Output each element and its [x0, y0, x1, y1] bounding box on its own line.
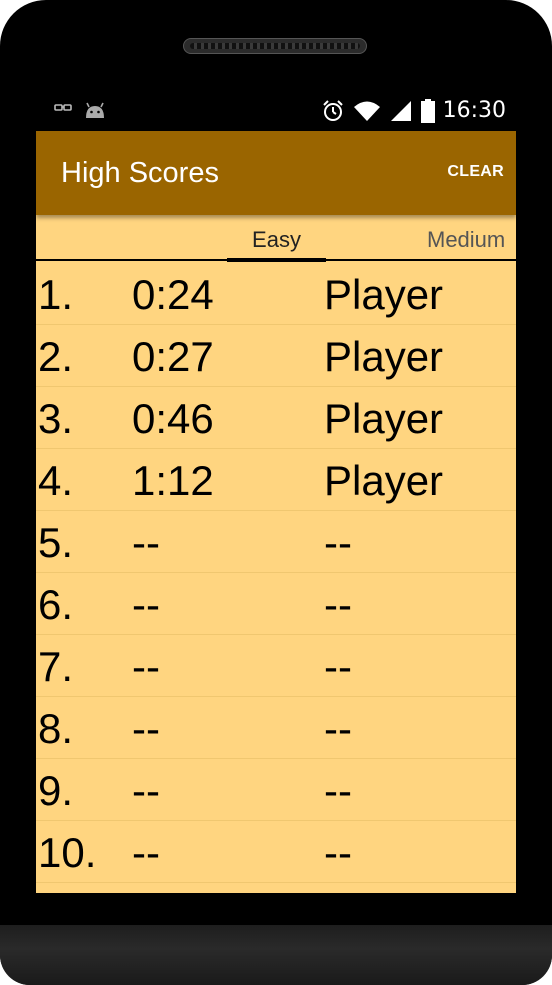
- player-name: Player: [324, 457, 444, 504]
- rank-label: 1.: [38, 271, 74, 318]
- time-value: --: [132, 705, 160, 752]
- player-name: --: [324, 705, 352, 752]
- score-row: 8. -- --: [36, 697, 516, 759]
- score-row: 3. 0:46 Player: [36, 387, 516, 449]
- difficulty-tabs: Easy Medium: [36, 215, 516, 262]
- score-list: 1. 0:24 Player 2. 0:27 Player 3. 0:46 Pl…: [36, 263, 516, 883]
- rank-label: 9.: [38, 767, 74, 814]
- time-value: 0:27: [132, 333, 214, 380]
- status-clock: 16:30: [442, 98, 506, 123]
- time-value: 0:46: [132, 395, 214, 442]
- player-name: --: [324, 643, 352, 690]
- player-name: Player: [324, 333, 444, 380]
- clear-button[interactable]: CLEAR: [447, 163, 504, 181]
- speaker-grille: [183, 38, 367, 54]
- selected-tab-indicator: [227, 258, 326, 262]
- score-row: 9. -- --: [36, 759, 516, 821]
- score-row: 7. -- --: [36, 635, 516, 697]
- player-name: --: [324, 519, 352, 566]
- rank-label: 10.: [38, 829, 97, 876]
- action-bar: High Scores CLEAR: [36, 131, 516, 215]
- glasses-icon: [54, 102, 72, 120]
- tab-easy[interactable]: Easy: [227, 227, 326, 253]
- battery-icon: [420, 98, 435, 123]
- page-title: High Scores: [61, 157, 219, 189]
- rank-label: 7.: [38, 643, 74, 690]
- screen: 16:30 High Scores CLEAR Easy Medium 1. 0…: [36, 92, 516, 893]
- time-value: 0:24: [132, 271, 214, 318]
- time-value: --: [132, 581, 160, 628]
- rank-label: 2.: [38, 333, 74, 380]
- alarm-icon: [321, 99, 345, 123]
- score-row: 4. 1:12 Player: [36, 449, 516, 511]
- rank-label: 5.: [38, 519, 74, 566]
- rank-label: 3.: [38, 395, 74, 442]
- score-row: 6. -- --: [36, 573, 516, 635]
- score-row: 1. 0:24 Player: [36, 263, 516, 325]
- status-bar: 16:30: [36, 92, 516, 131]
- signal-icon: [389, 100, 413, 122]
- score-row: 2. 0:27 Player: [36, 325, 516, 387]
- player-name: --: [324, 767, 352, 814]
- score-row: 5. -- --: [36, 511, 516, 573]
- phone-frame: 16:30 High Scores CLEAR Easy Medium 1. 0…: [0, 0, 552, 985]
- time-value: --: [132, 519, 160, 566]
- tab-medium[interactable]: Medium: [427, 227, 505, 253]
- player-name: --: [324, 829, 352, 876]
- rank-label: 6.: [38, 581, 74, 628]
- score-row: 10. -- --: [36, 821, 516, 883]
- android-icon: [84, 102, 106, 120]
- rank-label: 4.: [38, 457, 74, 504]
- time-value: --: [132, 767, 160, 814]
- phone-bottom-bezel: [0, 925, 552, 985]
- player-name: Player: [324, 395, 444, 442]
- time-value: --: [132, 829, 160, 876]
- time-value: 1:12: [132, 457, 214, 504]
- player-name: --: [324, 581, 352, 628]
- wifi-icon: [353, 100, 381, 122]
- rank-label: 8.: [38, 705, 74, 752]
- player-name: Player: [324, 271, 444, 318]
- time-value: --: [132, 643, 160, 690]
